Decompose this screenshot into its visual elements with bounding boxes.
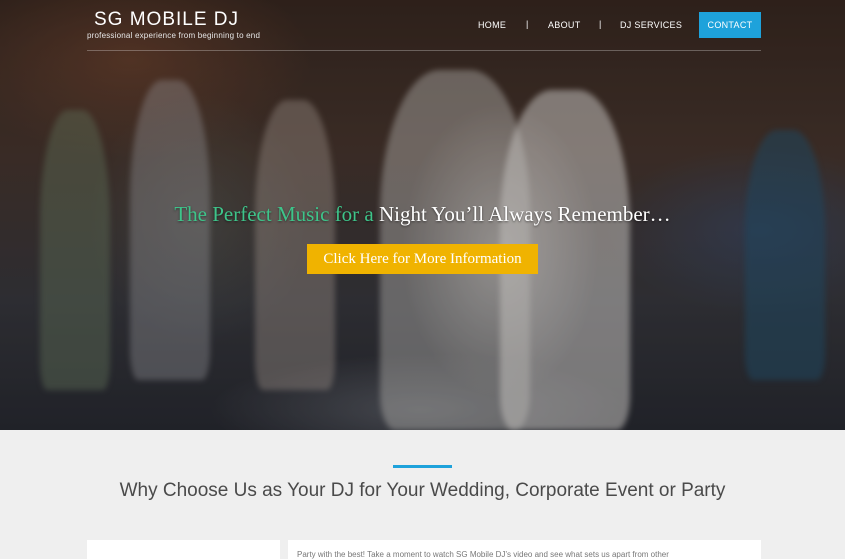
site-logo[interactable]: SG MOBILE DJ professional experience fro… bbox=[87, 9, 260, 41]
main-nav: HOME | ABOUT | DJ SERVICES CONTACT bbox=[460, 12, 761, 38]
section-title: Why Choose Us as Your DJ for Your Weddin… bbox=[119, 480, 726, 501]
nav-separator: | bbox=[526, 19, 529, 29]
nav-contact-button[interactable]: CONTACT bbox=[699, 12, 761, 38]
logo-title: SG MOBILE DJ bbox=[94, 9, 240, 30]
headline-rest: Night You’ll Always Remember… bbox=[379, 202, 671, 226]
nav-separator: | bbox=[599, 19, 602, 29]
more-info-button[interactable]: Click Here for More Information bbox=[307, 244, 538, 274]
logo-tagline: professional experience from beginning t… bbox=[87, 31, 261, 40]
hero-headline: The Perfect Music for a Night You’ll Alw… bbox=[0, 202, 845, 227]
headline-highlight: The Perfect Music for a bbox=[174, 202, 374, 226]
video-card bbox=[87, 540, 280, 559]
hero-banner: SG MOBILE DJ professional experience fro… bbox=[0, 0, 845, 430]
nav-about[interactable]: ABOUT bbox=[548, 20, 581, 30]
intro-text: Party with the best! Take a moment to wa… bbox=[297, 550, 669, 559]
nav-divider bbox=[87, 50, 761, 51]
section-accent-bar bbox=[393, 465, 452, 468]
intro-card: Party with the best! Take a moment to wa… bbox=[288, 540, 761, 559]
nav-dj-services[interactable]: DJ SERVICES bbox=[620, 20, 682, 30]
nav-home[interactable]: HOME bbox=[478, 20, 506, 30]
